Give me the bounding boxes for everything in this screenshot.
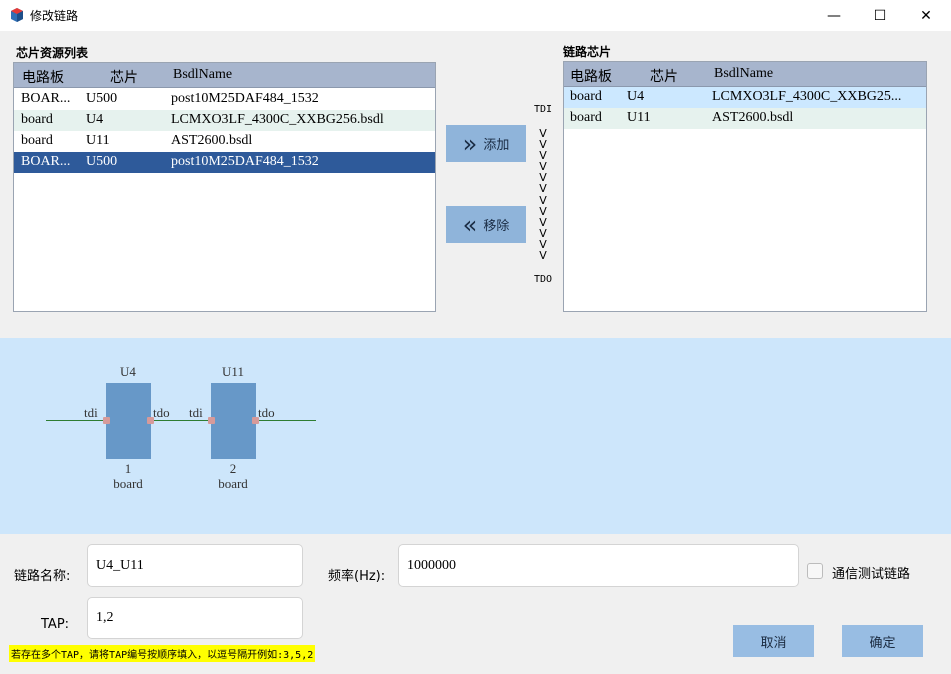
cell-chip: U500 bbox=[86, 154, 118, 169]
chip-resource-table[interactable]: 电路板 芯片 BsdlName BOAR... U500 post10M25DA… bbox=[13, 62, 436, 312]
cell-bsdl: LCMXO3LF_4300C_XXBG256.bsdl bbox=[171, 112, 384, 127]
cell-bsdl: AST2600.bsdl bbox=[712, 110, 794, 125]
frequency-label: 频率(Hz): bbox=[328, 569, 386, 584]
chip-name-label: U11 bbox=[222, 364, 244, 379]
cell-chip: U4 bbox=[627, 89, 645, 104]
table-header: 电路板 芯片 BsdlName bbox=[564, 62, 926, 87]
chain-name-label: 链路名称: bbox=[14, 569, 71, 584]
close-icon: ✕ bbox=[920, 7, 932, 24]
double-chevron-left-icon: « bbox=[462, 210, 477, 239]
tdo-pin-label: tdo bbox=[153, 405, 170, 420]
chain-direction-arrows: VVVVVVVVVVVV bbox=[536, 128, 550, 261]
chain-name-input[interactable]: U4_U11 bbox=[87, 544, 303, 587]
cell-chip: U4 bbox=[86, 112, 104, 127]
tdo-pin-label: tdo bbox=[258, 405, 275, 420]
tdi-label: TDI bbox=[533, 104, 553, 115]
column-header-bsdl[interactable]: BsdlName bbox=[173, 67, 232, 83]
cell-board: board bbox=[570, 110, 602, 125]
add-button-label: 添加 bbox=[483, 138, 510, 153]
down-arrow-icon: V bbox=[539, 249, 547, 263]
table-row-selected[interactable]: board U4 LCMXO3LF_4300C_XXBG25... bbox=[564, 87, 926, 108]
table-row[interactable]: board U4 LCMXO3LF_4300C_XXBG256.bsdl bbox=[14, 110, 435, 131]
chain-diagram-panel: U4 tdi tdo 1 board U11 tdi tdo 2 board bbox=[0, 338, 951, 534]
chip-block-u11[interactable] bbox=[211, 383, 256, 459]
minimize-button[interactable]: — bbox=[811, 0, 857, 31]
minimize-icon: — bbox=[827, 7, 841, 24]
chain-chip-table[interactable]: 电路板 芯片 BsdlName board U4 LCMXO3LF_4300C_… bbox=[563, 61, 927, 312]
chip-resource-label: 芯片资源列表 bbox=[16, 46, 89, 60]
tdi-pin bbox=[208, 417, 215, 424]
chain-name-value: U4_U11 bbox=[96, 557, 144, 573]
chip-board-label: board bbox=[218, 476, 248, 491]
tap-label: TAP: bbox=[41, 617, 70, 632]
chip-index-label: 1 bbox=[124, 461, 132, 476]
title-bar: 修改链路 — ☐ ✕ bbox=[0, 0, 951, 31]
column-header-board[interactable]: 电路板 bbox=[22, 67, 64, 87]
table-row[interactable]: board U11 AST2600.bsdl bbox=[14, 131, 435, 152]
comm-test-checkbox[interactable] bbox=[807, 563, 823, 579]
cell-chip: U11 bbox=[627, 110, 651, 125]
cell-bsdl: LCMXO3LF_4300C_XXBG25... bbox=[712, 89, 902, 104]
cancel-button[interactable]: 取消 bbox=[733, 625, 814, 657]
cell-board: board bbox=[21, 133, 53, 148]
tap-value: 1,2 bbox=[96, 610, 114, 625]
tdi-pin-label: tdi bbox=[84, 405, 98, 420]
column-header-bsdl[interactable]: BsdlName bbox=[714, 66, 773, 82]
cell-chip: U500 bbox=[86, 91, 118, 106]
tdo-pin bbox=[252, 417, 259, 424]
close-button[interactable]: ✕ bbox=[903, 0, 949, 31]
chain-chip-label: 链路芯片 bbox=[563, 45, 612, 59]
tap-hint-text: 若存在多个TAP，请将TAP编号按顺序填入，以逗号隔开例如:3,5,2 bbox=[9, 645, 316, 662]
window-title: 修改链路 bbox=[30, 9, 79, 23]
cell-board: BOAR... bbox=[21, 91, 71, 106]
chip-board-label: board bbox=[113, 476, 143, 491]
cell-bsdl: post10M25DAF484_1532 bbox=[171, 154, 319, 169]
cell-bsdl: AST2600.bsdl bbox=[171, 133, 253, 148]
table-row-selected[interactable]: BOAR... U500 post10M25DAF484_1532 bbox=[14, 152, 435, 173]
frequency-value: 1000000 bbox=[407, 557, 456, 573]
app-icon bbox=[11, 8, 23, 22]
tdo-label: TDO bbox=[533, 274, 553, 285]
comm-test-label[interactable]: 通信测试链路 bbox=[832, 563, 910, 582]
cell-board: board bbox=[570, 89, 602, 104]
chip-index-label: 2 bbox=[229, 461, 237, 476]
column-header-chip[interactable]: 芯片 bbox=[650, 66, 678, 86]
chip-block-u4[interactable] bbox=[106, 383, 151, 459]
ok-button-label: 确定 bbox=[869, 635, 896, 651]
cell-bsdl: post10M25DAF484_1532 bbox=[171, 91, 319, 106]
column-header-board[interactable]: 电路板 bbox=[570, 66, 612, 86]
table-row[interactable]: BOAR... U500 post10M25DAF484_1532 bbox=[14, 89, 435, 110]
remove-button-label: 移除 bbox=[483, 219, 510, 234]
tdi-pin-label: tdi bbox=[189, 405, 203, 420]
cell-board: board bbox=[21, 112, 53, 127]
maximize-button[interactable]: ☐ bbox=[857, 0, 903, 31]
tdi-pin bbox=[103, 417, 110, 424]
table-header: 电路板 芯片 BsdlName bbox=[14, 63, 435, 88]
table-row[interactable]: board U11 AST2600.bsdl bbox=[564, 108, 926, 129]
chip-name-label: U4 bbox=[120, 364, 136, 379]
maximize-icon: ☐ bbox=[873, 7, 887, 24]
column-header-chip[interactable]: 芯片 bbox=[110, 67, 138, 87]
cell-board: BOAR... bbox=[21, 154, 71, 169]
cell-chip: U11 bbox=[86, 133, 110, 148]
double-chevron-right-icon: » bbox=[462, 129, 477, 158]
add-button[interactable]: » 添加 bbox=[446, 125, 526, 162]
down-arrow-icon: V bbox=[539, 193, 547, 207]
remove-button[interactable]: « 移除 bbox=[446, 206, 526, 243]
frequency-input[interactable]: 1000000 bbox=[398, 544, 799, 587]
down-arrow-icon: V bbox=[539, 182, 547, 196]
tdo-pin bbox=[147, 417, 154, 424]
cancel-button-label: 取消 bbox=[760, 635, 787, 651]
ok-button[interactable]: 确定 bbox=[842, 625, 923, 657]
tap-input[interactable]: 1,2 bbox=[87, 597, 303, 639]
